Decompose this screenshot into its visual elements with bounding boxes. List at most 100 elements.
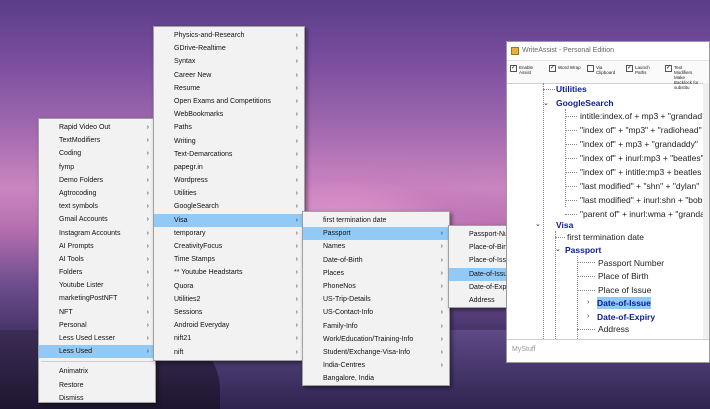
tree-node-first-termination[interactable]: first termination date xyxy=(567,231,644,243)
menu-visa-item-first-termination-date[interactable]: first termination date xyxy=(303,214,449,227)
tree-node-search-snippet[interactable]: "index of" + inurl:mp3 + "beatles" xyxy=(580,152,704,164)
menu-main-item-ai-tools[interactable]: AI Tools › xyxy=(39,253,155,266)
menu-less-used-item-googlesearch[interactable]: GoogleSearch › xyxy=(154,200,304,213)
menu-main-item-nft[interactable]: NFT › xyxy=(39,306,155,319)
menu-main-item-instagram-accounts[interactable]: Instagram Accounts › xyxy=(39,227,155,240)
expand-icon[interactable]: › xyxy=(587,297,589,309)
menu-main-item-rapid-video-out[interactable]: Rapid Video Out › xyxy=(39,121,155,134)
menu-less-used-item-writing[interactable]: Writing › xyxy=(154,135,304,148)
menu-less-used-item-open-exams-and-competitions[interactable]: Open Exams and Competitions › xyxy=(154,95,304,108)
menu-main-item-coding[interactable]: Coding › xyxy=(39,147,155,160)
menu-main-item-demo-folders[interactable]: Demo Folders › xyxy=(39,174,155,187)
menu-less-used-item-label: Physics-and-Research xyxy=(174,32,245,39)
menu-less-used-item-youtube-headstarts[interactable]: ** Youtube Headstarts › xyxy=(154,266,304,279)
collapse-icon[interactable]: ⌄ xyxy=(555,244,561,256)
menu-less-used-item-visa[interactable]: Visa › xyxy=(154,213,304,227)
toolbar-option-enable-assist[interactable]: ✓ Enable Assist xyxy=(510,65,545,75)
tree-node-search-snippet[interactable]: "index of" + mp3 + "grandaddy" xyxy=(580,138,698,150)
menu-less-used-item-career-new[interactable]: Career New › xyxy=(154,69,304,82)
tree-node-googlesearch[interactable]: GoogleSearch xyxy=(556,97,614,109)
menu-less-used-item-papegr-in[interactable]: papegr.in › xyxy=(154,161,304,174)
tree-node-date-of-expiry[interactable]: Date-of-Expiry xyxy=(597,311,655,323)
menu-less-used-item-utilities2[interactable]: Utilities2 › xyxy=(154,293,304,306)
tree-node-utilities[interactable]: Utilities xyxy=(556,83,587,95)
menu-visa-item-bangalore-india[interactable]: Bangalore, India xyxy=(303,372,449,385)
menu-less-used-item-wordpress[interactable]: Wordpress › xyxy=(154,174,304,187)
tree-scrollbar[interactable] xyxy=(703,83,709,341)
menu-main-item-less-used[interactable]: Less Used › xyxy=(39,345,155,359)
tree-node-place-of-birth[interactable]: Place of Birth xyxy=(598,270,649,282)
menu-less-used-item-text-demarcations[interactable]: Text-Demarcations › xyxy=(154,148,304,161)
tree-node-search-snippet[interactable]: "last modified" + inurl:shn + "bob xyxy=(580,194,702,206)
checkbox-icon[interactable]: ✓ xyxy=(510,65,517,72)
tree-node-address[interactable]: Address xyxy=(598,323,629,335)
menu-main-item-marketingpostnft[interactable]: marketingPostNFT › xyxy=(39,292,155,305)
menu-main-item-personal[interactable]: Personal › xyxy=(39,319,155,332)
tree-node-search-snippet[interactable]: "index of" + intitle:mp3 + beatles xyxy=(580,166,701,178)
tree-connector xyxy=(565,172,577,173)
collapse-icon[interactable]: ⌄ xyxy=(535,219,541,231)
menu-visa-item-us-trip-details[interactable]: US-Trip-Details › xyxy=(303,293,449,306)
toolbar-option-word-wrap[interactable]: ✓ Word Wrap xyxy=(549,65,584,72)
menu-visa-item-date-of-birth[interactable]: Date-of-Birth › xyxy=(303,254,449,267)
menu-main-item-animatrix[interactable]: Animatrix xyxy=(39,365,155,378)
menu-visa-item-work-education-training-info[interactable]: Work/Education/Training-Info › xyxy=(303,333,449,346)
menu-less-used-item-resume[interactable]: Resume › xyxy=(154,82,304,95)
submenu-arrow-icon: › xyxy=(146,163,149,171)
menu-visa-item-names[interactable]: Names › xyxy=(303,240,449,253)
menu-less-used-item-paths[interactable]: Paths › xyxy=(154,121,304,134)
collapse-icon[interactable]: ⌄ xyxy=(543,98,549,110)
menu-less-used-item-utilities[interactable]: Utilities › xyxy=(154,187,304,200)
toolbar-option-via-clipboard[interactable]: Via Clipboard xyxy=(587,65,622,75)
checkbox-icon[interactable]: ✓ xyxy=(549,65,556,72)
menu-less-used-item-gdrive-realtime[interactable]: GDrive-Realtime › xyxy=(154,42,304,55)
menu-less-used-item-android-everyday[interactable]: Android Everyday › xyxy=(154,319,304,332)
tree-node-passport[interactable]: Passport xyxy=(565,244,601,256)
menu-main-item-text-symbols[interactable]: text symbols › xyxy=(39,200,155,213)
menu-less-used-item-quora[interactable]: Quora › xyxy=(154,280,304,293)
menu-visa-item-student-exchange-visa-info[interactable]: Student/Exchange-Visa-Info › xyxy=(303,346,449,359)
menu-visa-item-passport[interactable]: Passport › xyxy=(303,227,449,241)
menu-less-used-item-time-stamps[interactable]: Time Stamps › xyxy=(154,253,304,266)
menu-main-item-gmail-accounts[interactable]: Gmail Accounts › xyxy=(39,213,155,226)
menu-main-item-dismiss[interactable]: Dismiss xyxy=(39,392,155,405)
checkbox-icon[interactable] xyxy=(587,65,594,72)
window-titlebar[interactable]: WriteAssist - Personal Edition xyxy=(507,42,709,61)
menu-less-used-item-temporary[interactable]: temporary › xyxy=(154,227,304,240)
tree-node-search-snippet[interactable]: intitle:index.of + mp3 + "grandad xyxy=(580,110,702,122)
menu-visa-item-family-info[interactable]: Family-Info › xyxy=(303,320,449,333)
tree-node-search-snippet[interactable]: "last modified" + "shn" + "dylan" xyxy=(580,180,699,192)
menu-less-used-item-webbookmarks[interactable]: WebBookmarks › xyxy=(154,108,304,121)
menu-visa-item-places[interactable]: Places › xyxy=(303,267,449,280)
menu-visa-item-phonenos[interactable]: PhoneNos › xyxy=(303,280,449,293)
menu-main-item-ai-prompts[interactable]: AI Prompts › xyxy=(39,240,155,253)
menu-main-item-fymp[interactable]: fymp › xyxy=(39,161,155,174)
tree-node-visa[interactable]: Visa xyxy=(556,219,573,231)
menu-less-used-item-physics-and-research[interactable]: Physics-and-Research › xyxy=(154,29,304,42)
checkbox-icon[interactable]: ✓ xyxy=(665,65,672,72)
menu-less-used-item-syntax[interactable]: Syntax › xyxy=(154,55,304,68)
menu-visa-item-india-centres[interactable]: India-Centres › xyxy=(303,359,449,372)
menu-less-used-item-sessions[interactable]: Sessions › xyxy=(154,306,304,319)
menu-main-item-restore[interactable]: Restore xyxy=(39,379,155,392)
menu-main-item-folders[interactable]: Folders › xyxy=(39,266,155,279)
submenu-arrow-icon: › xyxy=(440,362,443,370)
menu-main-item-label: Rapid Video Out xyxy=(59,124,111,131)
menu-less-used-item-nift[interactable]: nift › xyxy=(154,346,304,359)
menu-main-item-youtube-lister[interactable]: Youtube Lister › xyxy=(39,279,155,292)
tree-node-search-snippet[interactable]: "index of" + "mp3" + "radiohead" xyxy=(580,124,702,136)
tree-node-passport-number[interactable]: Passport Number xyxy=(598,257,664,269)
toolbar-option-launch-paths[interactable]: ✓ Launch Paths xyxy=(626,65,661,75)
tree-node-place-of-issue[interactable]: Place of Issue xyxy=(598,284,651,296)
menu-main-item-textmodifiers[interactable]: TextModifiers › xyxy=(39,134,155,147)
menu-visa-item-us-contact-info[interactable]: US-Contact-Info › xyxy=(303,306,449,319)
tree-connector xyxy=(565,130,577,131)
menu-main-item-less-used-lesser[interactable]: Less Used Lesser › xyxy=(39,332,155,345)
tree-node-date-of-issue[interactable]: Date-of-Issue xyxy=(597,297,651,309)
menu-less-used-item-nift21[interactable]: nift21 › xyxy=(154,332,304,345)
menu-main-item-agtrocoding[interactable]: Agtrocoding › xyxy=(39,187,155,200)
menu-less-used-item-creativityfocus[interactable]: CreativityFocus › xyxy=(154,240,304,253)
checkbox-icon[interactable]: ✓ xyxy=(626,65,633,72)
expand-icon[interactable]: › xyxy=(587,311,589,323)
tree-node-search-snippet[interactable]: "parent of" + inurl:wma + "granda xyxy=(580,208,705,220)
